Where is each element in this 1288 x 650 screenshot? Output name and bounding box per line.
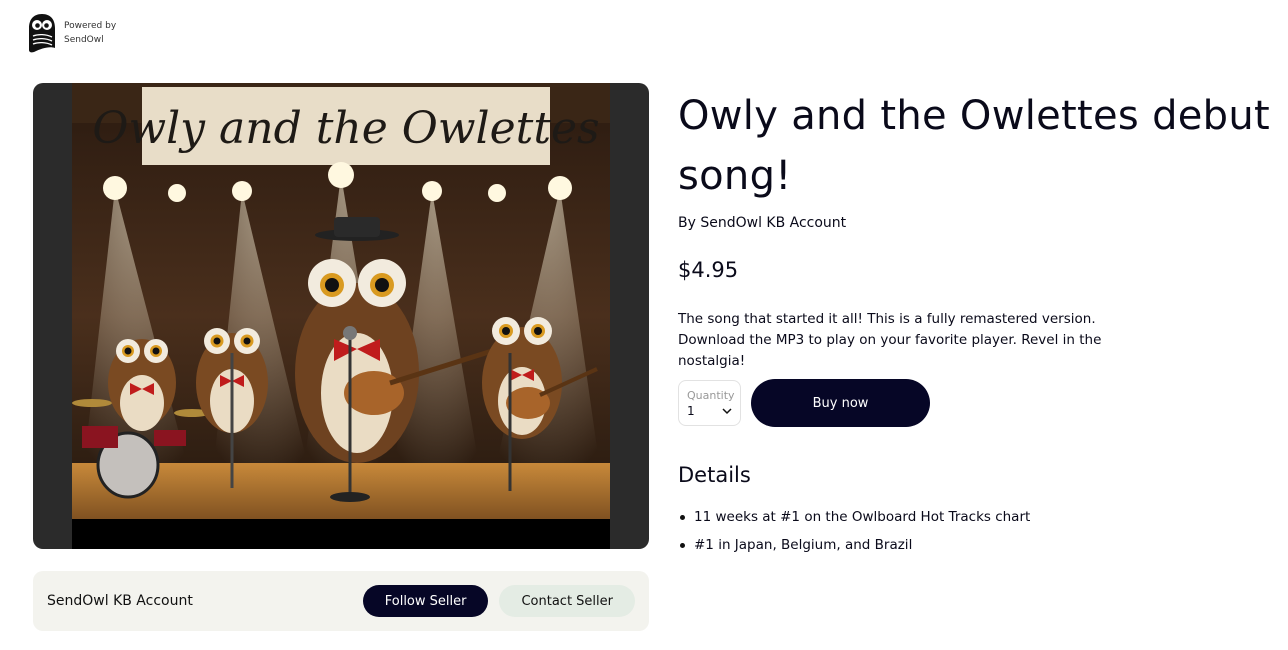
bullet-icon: [680, 514, 685, 520]
details-item-text: 11 weeks at #1 on the Owlboard Hot Track…: [694, 509, 1031, 525]
seller-name: SendOwl KB Account: [47, 593, 193, 609]
bullet-icon: [680, 542, 685, 548]
brand-text: Powered by SendOwl: [64, 19, 116, 47]
brand-line2: SendOwl: [64, 35, 104, 45]
product-image: Owly and the Owlettes: [72, 83, 610, 549]
owl-logo-icon: [29, 14, 55, 53]
quantity-label: Quantity: [687, 389, 735, 402]
quantity-select[interactable]: Quantity 1: [678, 380, 741, 426]
list-item: #1 in Japan, Belgium, and Brazil: [678, 531, 1030, 559]
product-description: The song that started it all! This is a …: [678, 311, 1102, 369]
product-title: Owly and the Owlettes debut song!: [678, 93, 1271, 199]
contact-seller-button[interactable]: Contact Seller: [499, 585, 635, 617]
seller-bar: SendOwl KB Account Follow Seller Contact…: [33, 571, 649, 631]
brand[interactable]: Powered by SendOwl: [28, 12, 116, 54]
banner-text: Owly and the Owlettes: [92, 103, 599, 154]
brand-line1: Powered by: [64, 21, 117, 31]
buy-now-button[interactable]: Buy now: [751, 379, 930, 427]
quantity-value: 1: [687, 404, 695, 418]
list-item: 11 weeks at #1 on the Owlboard Hot Track…: [678, 503, 1030, 531]
product-image-frame: Owly and the Owlettes: [33, 83, 649, 549]
details-item-text: #1 in Japan, Belgium, and Brazil: [694, 537, 913, 553]
product-author: By SendOwl KB Account: [678, 215, 847, 231]
follow-seller-button[interactable]: Follow Seller: [362, 585, 489, 617]
product-price: $4.95: [678, 258, 739, 282]
chevron-down-icon: [722, 408, 732, 415]
details-list: 11 weeks at #1 on the Owlboard Hot Track…: [678, 503, 1030, 559]
details-heading: Details: [678, 463, 751, 487]
